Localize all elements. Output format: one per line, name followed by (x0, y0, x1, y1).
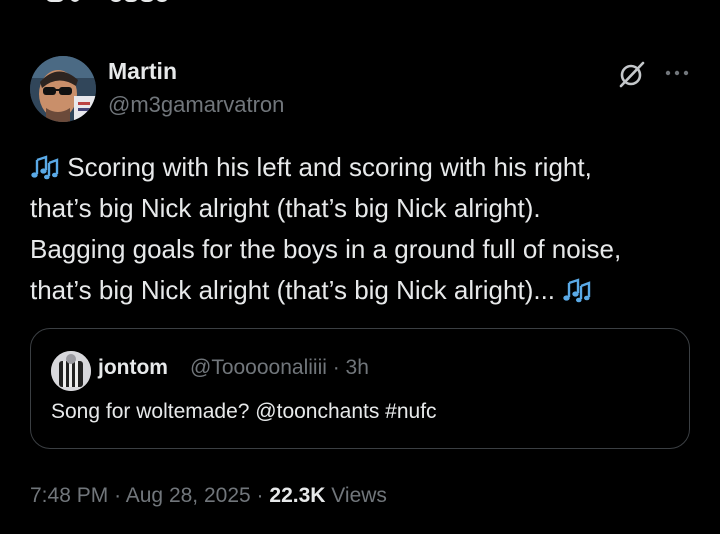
avatar[interactable] (30, 56, 96, 122)
musical-notes-icon (563, 278, 591, 303)
more-options-icon[interactable] (664, 66, 690, 80)
tweet-text-line: Bagging goals for the boys in a ground f… (30, 234, 622, 264)
tweet-text: Scoring with his left and scoring with h… (30, 147, 700, 311)
musical-notes-icon (31, 155, 59, 180)
tweet-text-line: Scoring with his left and scoring with h… (30, 147, 700, 188)
separator: · (256, 484, 264, 507)
post-time[interactable]: 7:48 PM (30, 484, 108, 507)
tweet: Martin @m3gamarvatron Scoring with his l… (0, 0, 720, 534)
tweet-text-segment: Scoring with his left and scoring with h… (67, 152, 592, 182)
author-handle[interactable]: @m3gamarvatron (108, 92, 284, 118)
grok-icon[interactable] (618, 60, 646, 88)
views-label[interactable]: Views (331, 484, 387, 507)
quote-author-name[interactable]: jontom (98, 356, 168, 380)
tweet-text-line: that’s big Nick alright (that’s big Nick… (30, 270, 700, 311)
quoted-post[interactable]: jontom @Tooooonaliiii · 3h Song for wolt… (30, 328, 690, 449)
post-metadata: 7:48 PM · Aug 28, 2025 · 22.3K Views (30, 484, 387, 508)
views-count[interactable]: 22.3K (269, 484, 325, 507)
author-name[interactable]: Martin (108, 58, 177, 85)
separator: · (114, 484, 122, 507)
tweet-text-line: that’s big Nick alright (that’s big Nick… (30, 193, 541, 223)
quote-text: Song for woltemade? @toonchants #nufc (51, 400, 437, 423)
tweet-text-segment: that’s big Nick alright (that’s big Nick… (30, 275, 556, 305)
quote-author-handle[interactable]: @Tooooonaliiii · 3h (190, 356, 369, 380)
post-date[interactable]: Aug 28, 2025 (126, 484, 251, 507)
quote-avatar[interactable] (51, 351, 91, 391)
